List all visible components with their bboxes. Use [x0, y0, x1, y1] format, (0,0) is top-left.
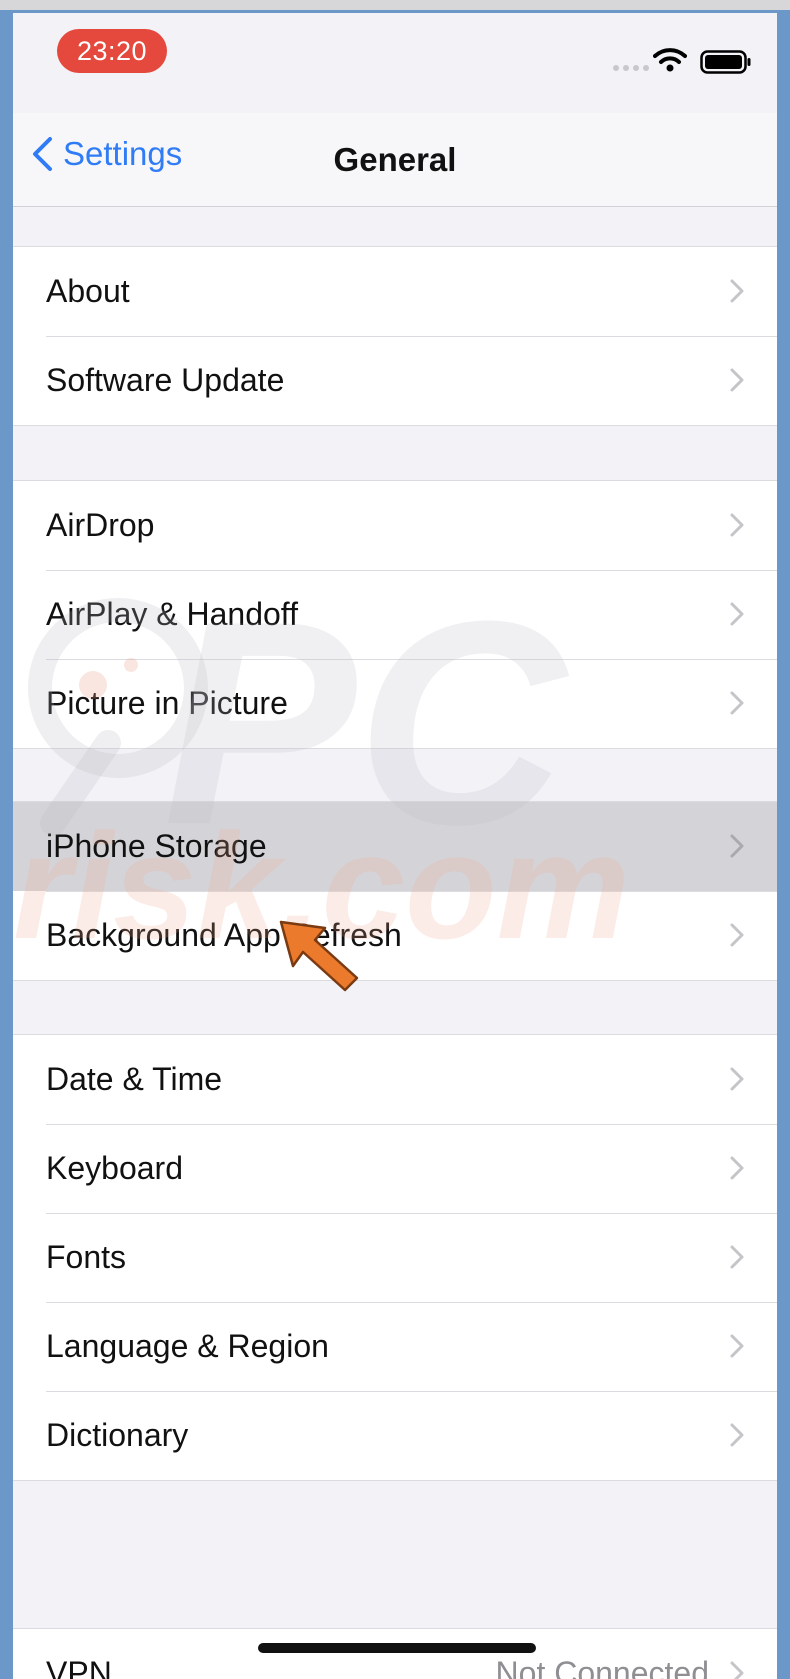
chevron-right-icon — [730, 1423, 744, 1447]
chevron-right-icon — [730, 368, 744, 392]
list-item-software-update[interactable]: Software Update — [13, 336, 777, 425]
list-item-label: Language & Region — [46, 1328, 329, 1364]
window-top-strip — [0, 0, 790, 10]
list-item-label: VPN — [46, 1655, 112, 1679]
list-item-label: iPhone Storage — [46, 828, 267, 864]
settings-group-3: iPhone Storage Background App Refresh — [13, 801, 777, 981]
chevron-right-icon — [730, 1334, 744, 1358]
cellular-signal-icon — [613, 65, 649, 71]
chevron-right-icon — [730, 923, 744, 947]
chevron-right-icon — [730, 602, 744, 626]
arrow-pointer-icon — [279, 920, 359, 992]
list-item-iphone-storage[interactable]: iPhone Storage — [13, 802, 777, 891]
list-item-label: Fonts — [46, 1239, 127, 1275]
list-item-fonts[interactable]: Fonts — [13, 1213, 777, 1302]
list-item-label: Date & Time — [46, 1061, 223, 1097]
list-item-picture-in-picture[interactable]: Picture in Picture — [13, 659, 777, 748]
list-item-dictionary[interactable]: Dictionary — [13, 1391, 777, 1480]
chevron-right-icon — [730, 1245, 744, 1269]
battery-icon — [700, 50, 751, 74]
list-item-airdrop[interactable]: AirDrop — [13, 481, 777, 570]
list-item-background-app-refresh[interactable]: Background App Refresh — [13, 891, 777, 980]
list-item-airplay-handoff[interactable]: AirPlay & Handoff — [13, 570, 777, 659]
list-item-language-region[interactable]: Language & Region — [13, 1302, 777, 1391]
list-item-label: Keyboard — [46, 1150, 183, 1186]
list-item-date-time[interactable]: Date & Time — [13, 1035, 777, 1124]
phone-screen: 23:20 Settings General About Software Up… — [13, 13, 777, 1679]
list-item-label: Software Update — [46, 362, 285, 398]
chevron-right-icon — [730, 513, 744, 537]
page-title: General — [333, 141, 457, 178]
settings-group-1: About Software Update — [13, 246, 777, 426]
vpn-status-value: Not Connected — [495, 1655, 709, 1679]
chevron-right-icon — [730, 691, 744, 715]
list-item-about[interactable]: About — [13, 247, 777, 336]
status-bar: 23:20 — [13, 13, 777, 113]
settings-group-5: VPN Not Connected — [13, 1628, 777, 1679]
list-item-label: AirDrop — [46, 507, 155, 543]
chevron-right-icon — [730, 1067, 744, 1091]
wifi-icon — [653, 48, 687, 72]
settings-group-2: AirDrop AirPlay & Handoff Picture in Pic… — [13, 480, 777, 749]
list-item-keyboard[interactable]: Keyboard — [13, 1124, 777, 1213]
list-item-label: About — [46, 273, 130, 309]
navigation-bar: Settings General — [13, 113, 777, 207]
list-item-label: Picture in Picture — [46, 685, 288, 721]
list-item-label: Dictionary — [46, 1417, 189, 1453]
home-indicator[interactable] — [258, 1643, 536, 1653]
list-item-vpn[interactable]: VPN Not Connected — [13, 1629, 777, 1679]
list-item-label: AirPlay & Handoff — [46, 596, 298, 632]
chevron-right-icon — [730, 1156, 744, 1180]
settings-group-4: Date & Time Keyboard Fonts Language & Re… — [13, 1034, 777, 1481]
chevron-right-icon — [730, 279, 744, 303]
status-time: 23:20 — [57, 29, 167, 73]
chevron-right-icon — [730, 834, 744, 858]
chevron-right-icon — [730, 1661, 744, 1679]
